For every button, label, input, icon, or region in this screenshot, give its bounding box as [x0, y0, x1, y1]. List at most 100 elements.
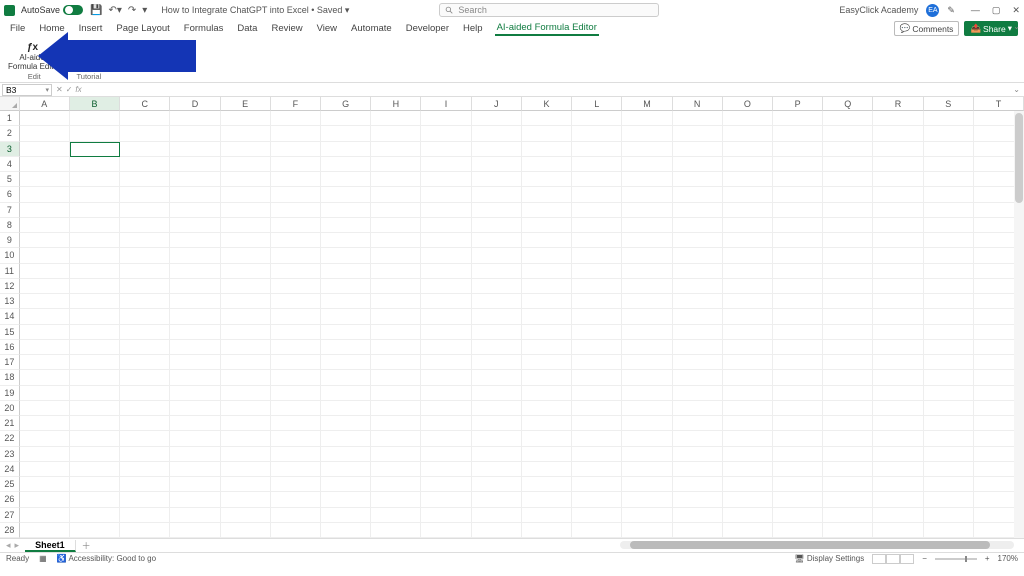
cell-H1[interactable] — [371, 111, 421, 126]
cell-J17[interactable] — [472, 355, 522, 370]
cell-G19[interactable] — [321, 386, 371, 401]
cell-D11[interactable] — [170, 264, 220, 279]
cell-E23[interactable] — [221, 447, 271, 462]
col-header-P[interactable]: P — [773, 97, 823, 111]
cell-H13[interactable] — [371, 294, 421, 309]
cell-M16[interactable] — [622, 340, 672, 355]
cell-P5[interactable] — [773, 172, 823, 187]
cell-F9[interactable] — [271, 233, 321, 248]
cell-G1[interactable] — [321, 111, 371, 126]
cell-E28[interactable] — [221, 523, 271, 538]
col-header-J[interactable]: J — [472, 97, 522, 111]
cell-A12[interactable] — [20, 279, 70, 294]
cell-P19[interactable] — [773, 386, 823, 401]
cell-P16[interactable] — [773, 340, 823, 355]
tab-formulas[interactable]: Formulas — [182, 22, 226, 35]
cell-Q17[interactable] — [823, 355, 873, 370]
cell-K18[interactable] — [522, 370, 572, 385]
cell-H19[interactable] — [371, 386, 421, 401]
cell-L5[interactable] — [572, 172, 622, 187]
cell-E10[interactable] — [221, 248, 271, 263]
cell-S2[interactable] — [924, 126, 974, 141]
cell-N16[interactable] — [673, 340, 723, 355]
cell-H24[interactable] — [371, 462, 421, 477]
cell-Q28[interactable] — [823, 523, 873, 538]
cell-D15[interactable] — [170, 325, 220, 340]
cell-P13[interactable] — [773, 294, 823, 309]
cell-K4[interactable] — [522, 157, 572, 172]
cell-G15[interactable] — [321, 325, 371, 340]
cell-D19[interactable] — [170, 386, 220, 401]
cell-B5[interactable] — [70, 172, 120, 187]
cell-P6[interactable] — [773, 187, 823, 202]
col-header-T[interactable]: T — [974, 97, 1024, 111]
row-header-12[interactable]: 12 — [0, 279, 20, 294]
cell-K11[interactable] — [522, 264, 572, 279]
cell-H27[interactable] — [371, 508, 421, 523]
cell-D22[interactable] — [170, 431, 220, 446]
cell-H26[interactable] — [371, 492, 421, 507]
cell-J10[interactable] — [472, 248, 522, 263]
cell-D13[interactable] — [170, 294, 220, 309]
cell-Q15[interactable] — [823, 325, 873, 340]
ribbon-collapse-icon[interactable]: ⌄ — [1013, 22, 1020, 31]
cell-Q3[interactable] — [823, 142, 873, 157]
cell-F7[interactable] — [271, 203, 321, 218]
display-settings[interactable]: 🖥 Display Settings — [794, 554, 864, 563]
cell-P8[interactable] — [773, 218, 823, 233]
cell-O14[interactable] — [723, 309, 773, 324]
cell-Q9[interactable] — [823, 233, 873, 248]
cell-K25[interactable] — [522, 477, 572, 492]
qat-customize-icon[interactable]: ▾ — [142, 5, 147, 16]
cell-I21[interactable] — [421, 416, 471, 431]
cell-F3[interactable] — [271, 142, 321, 157]
cell-J15[interactable] — [472, 325, 522, 340]
cell-Q26[interactable] — [823, 492, 873, 507]
row-header-3[interactable]: 3 — [0, 142, 20, 157]
cell-F27[interactable] — [271, 508, 321, 523]
cell-F12[interactable] — [271, 279, 321, 294]
cell-L7[interactable] — [572, 203, 622, 218]
hscroll-thumb[interactable] — [630, 541, 990, 549]
cell-P11[interactable] — [773, 264, 823, 279]
cell-F20[interactable] — [271, 401, 321, 416]
cell-O22[interactable] — [723, 431, 773, 446]
cell-M13[interactable] — [622, 294, 672, 309]
row-header-25[interactable]: 25 — [0, 477, 20, 492]
cell-M2[interactable] — [622, 126, 672, 141]
view-page-layout[interactable] — [886, 554, 900, 564]
row-header-13[interactable]: 13 — [0, 294, 20, 309]
cell-M12[interactable] — [622, 279, 672, 294]
cell-G20[interactable] — [321, 401, 371, 416]
cell-A7[interactable] — [20, 203, 70, 218]
cell-C10[interactable] — [120, 248, 170, 263]
cell-O5[interactable] — [723, 172, 773, 187]
cell-S27[interactable] — [924, 508, 974, 523]
cell-R2[interactable] — [873, 126, 923, 141]
cell-S15[interactable] — [924, 325, 974, 340]
cell-M26[interactable] — [622, 492, 672, 507]
cell-S12[interactable] — [924, 279, 974, 294]
col-header-Q[interactable]: Q — [823, 97, 873, 111]
cell-N21[interactable] — [673, 416, 723, 431]
cell-B20[interactable] — [70, 401, 120, 416]
cell-C22[interactable] — [120, 431, 170, 446]
cell-M25[interactable] — [622, 477, 672, 492]
cell-Q19[interactable] — [823, 386, 873, 401]
cell-G17[interactable] — [321, 355, 371, 370]
cell-F6[interactable] — [271, 187, 321, 202]
cell-K19[interactable] — [522, 386, 572, 401]
cell-D3[interactable] — [170, 142, 220, 157]
cell-K16[interactable] — [522, 340, 572, 355]
cell-I1[interactable] — [421, 111, 471, 126]
cell-L9[interactable] — [572, 233, 622, 248]
cell-N28[interactable] — [673, 523, 723, 538]
sheet-tab-1[interactable]: Sheet1 — [25, 540, 76, 552]
zoom-slider[interactable] — [935, 558, 977, 560]
cell-N18[interactable] — [673, 370, 723, 385]
cell-H18[interactable] — [371, 370, 421, 385]
cell-Q2[interactable] — [823, 126, 873, 141]
row-header-28[interactable]: 28 — [0, 523, 20, 538]
cell-Q13[interactable] — [823, 294, 873, 309]
cell-O18[interactable] — [723, 370, 773, 385]
